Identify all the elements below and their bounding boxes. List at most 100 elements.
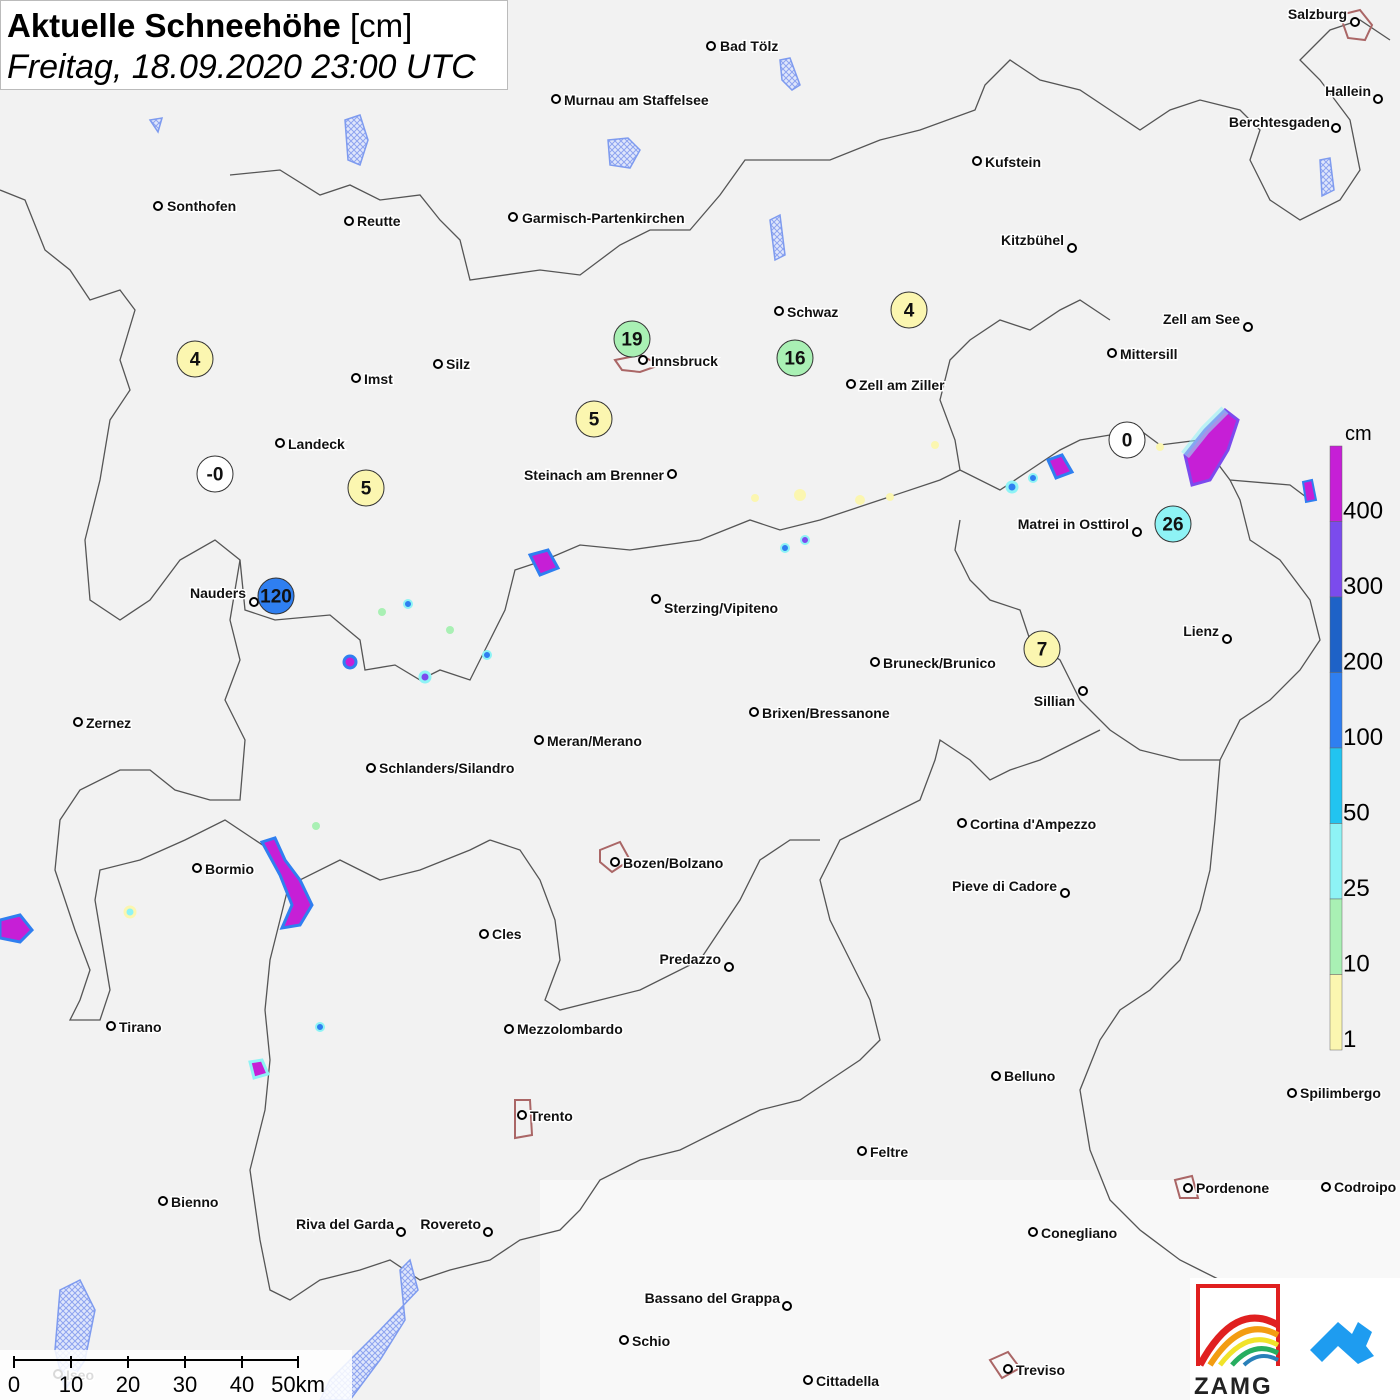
city-marker-icon	[774, 306, 784, 316]
station-value: 7	[1023, 630, 1061, 668]
legend-swatch	[1329, 898, 1343, 975]
city-label: Bad Tölz	[720, 38, 778, 54]
city-pordenone: Pordenone	[1183, 1179, 1271, 1198]
city-label: Sillian	[1034, 693, 1075, 709]
city-label: Bozen/Bolzano	[623, 855, 723, 871]
city-marker-icon	[1132, 527, 1142, 537]
city-label: Meran/Merano	[547, 733, 642, 749]
legend-swatch	[1329, 747, 1343, 824]
city-label: Sonthofen	[167, 198, 236, 214]
legend-label: 1	[1343, 1026, 1356, 1053]
city-label: Berchtesgaden	[1229, 114, 1330, 130]
city-marker-icon	[1003, 1364, 1013, 1374]
snow-depth-map: Aktuelle Schneehöhe [cm] Freitag, 18.09.…	[0, 0, 1400, 1400]
city-marker-icon	[1350, 17, 1360, 27]
city-marker-icon	[479, 929, 489, 939]
city-label: Bruneck/Brunico	[883, 655, 996, 671]
station-value-label: 19	[621, 330, 642, 351]
city-label: Mittersill	[1120, 346, 1178, 362]
city-conegliano: Conegliano	[1028, 1224, 1119, 1243]
city-codroipo: Codroipo	[1321, 1178, 1398, 1197]
city-label: Bassano del Grappa	[645, 1290, 781, 1306]
city-marker-icon	[344, 216, 354, 226]
city-marker-icon	[192, 863, 202, 873]
city-marker-icon	[153, 201, 163, 211]
city-marker-icon	[433, 359, 443, 369]
city-label: Tirano	[119, 1019, 162, 1035]
city-meran-merano: Meran/Merano	[534, 732, 643, 751]
city-label: Riva del Garda	[296, 1216, 394, 1232]
city-marker-icon	[1107, 348, 1117, 358]
station-value-label: 5	[361, 479, 372, 500]
city-marker-icon	[638, 355, 648, 365]
city-label: Matrei in Osttirol	[1018, 516, 1129, 532]
city-sonthofen: Sonthofen	[153, 197, 238, 216]
city-brixen-bressanone: Brixen/Bressanone	[749, 704, 891, 723]
city-spilimbergo: Spilimbergo	[1287, 1084, 1382, 1103]
city-label: Mezzolombardo	[517, 1021, 623, 1037]
city-label: Hallein	[1325, 83, 1371, 99]
logo-text: ZAMG	[1194, 1373, 1273, 1400]
scale-bar-label: 30	[173, 1372, 197, 1397]
city-marker-icon	[803, 1375, 813, 1385]
city-marker-icon	[1321, 1182, 1331, 1192]
city-label: Feltre	[870, 1144, 908, 1160]
city-label: Conegliano	[1041, 1225, 1117, 1241]
city-marker-icon	[366, 763, 376, 773]
map-title-box: Aktuelle Schneehöhe [cm] Freitag, 18.09.…	[0, 0, 508, 90]
city-label: Zernez	[86, 715, 131, 731]
legend-swatch	[1329, 672, 1343, 749]
legend-swatch	[1329, 521, 1343, 598]
city-marker-icon	[706, 41, 716, 51]
legend-label: 200	[1343, 649, 1383, 676]
city-marker-icon	[1331, 123, 1341, 133]
city-schlanders-silandro: Schlanders/Silandro	[366, 759, 516, 778]
city-marker-icon	[249, 597, 259, 607]
city-label: Codroipo	[1334, 1179, 1396, 1195]
city-label: Pieve di Cadore	[952, 878, 1057, 894]
city-marker-icon	[551, 94, 561, 104]
city-bozen-bolzano: Bozen/Bolzano	[610, 854, 725, 873]
city-bruneck-brunico: Bruneck/Brunico	[870, 654, 997, 673]
city-label: Imst	[364, 371, 393, 387]
city-marker-icon	[1222, 634, 1232, 644]
station-value-label: 120	[260, 587, 292, 608]
city-marker-icon	[991, 1071, 1001, 1081]
station-value: 5	[575, 400, 613, 438]
city-label: Schwaz	[787, 304, 838, 320]
zamg-logo: ZAMG	[1190, 1278, 1400, 1400]
scale-bar-label: 10	[59, 1372, 83, 1397]
city-cortina-d-ampezzo: Cortina d'Ampezzo	[957, 815, 1098, 834]
city-marker-icon	[610, 857, 620, 867]
city-marker-icon	[351, 373, 361, 383]
legend-swatch	[1329, 596, 1343, 673]
city-berchtesgaden: Berchtesgaden	[1227, 113, 1341, 133]
city-label: Innsbruck	[651, 353, 718, 369]
station-value: 4	[890, 291, 928, 329]
city-marker-icon	[724, 962, 734, 972]
city-marker-icon	[870, 657, 880, 667]
city-label: Spilimbergo	[1300, 1085, 1381, 1101]
city-marker-icon	[1373, 94, 1383, 104]
scale-bar-label: 20	[116, 1372, 140, 1397]
legend-swatch	[1329, 823, 1343, 900]
station-value: 26	[1154, 505, 1192, 543]
legend-label: 50	[1343, 800, 1370, 827]
city-label: Schio	[632, 1333, 670, 1349]
station-value: 120	[257, 577, 295, 615]
city-marker-icon	[504, 1024, 514, 1034]
city-label: Murnau am Staffelsee	[564, 92, 709, 108]
city-marker-icon	[749, 707, 759, 717]
city-label: Lienz	[1183, 623, 1219, 639]
city-marker-icon	[508, 212, 518, 222]
city-marker-icon	[651, 594, 661, 604]
legend-label: 300	[1343, 573, 1383, 600]
city-marker-icon	[857, 1146, 867, 1156]
city-marker-icon	[275, 438, 285, 448]
city-label: Kufstein	[985, 154, 1041, 170]
city-marker-icon	[158, 1196, 168, 1206]
city-marker-icon	[667, 469, 677, 479]
city-label: Trento	[530, 1108, 573, 1124]
city-label: Sterzing/Vipiteno	[664, 600, 778, 616]
city-marker-icon	[619, 1335, 629, 1345]
